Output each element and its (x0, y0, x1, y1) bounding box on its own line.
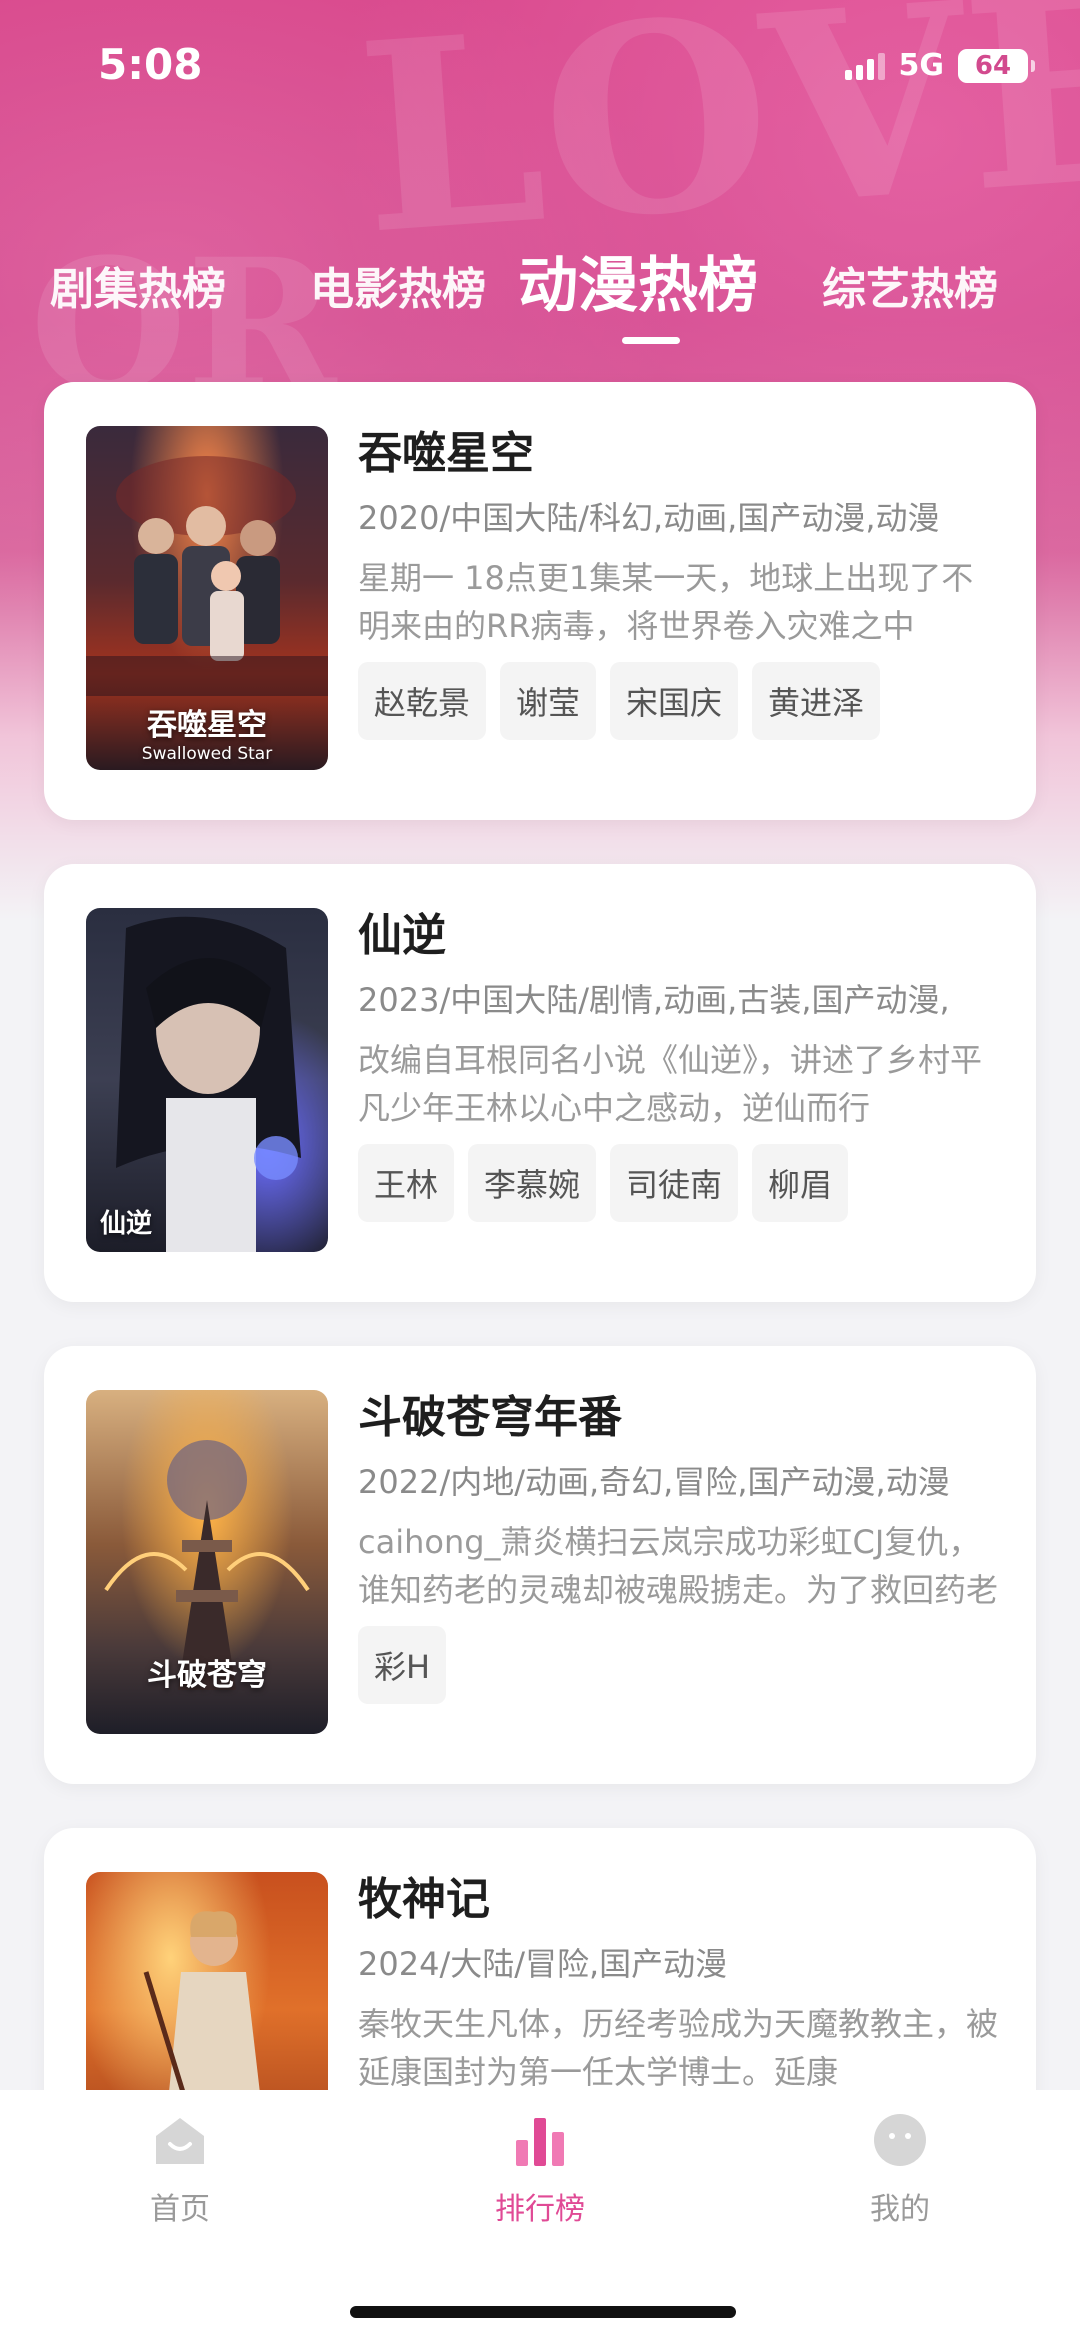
item-title[interactable]: 吞噬星空 (358, 426, 998, 482)
nav-profile[interactable]: 我的 (800, 2110, 1000, 2228)
nav-ranking-label: 排行榜 (495, 2192, 585, 2227)
cast-tag[interactable]: 赵乾景 (358, 662, 487, 740)
poster-title: 吞噬星空 (147, 708, 267, 743)
item-title[interactable]: 斗破苍穹年番 (358, 1390, 998, 1446)
cast-tags: 王林 李慕婉 司徒南 柳眉 (358, 1144, 998, 1222)
cast-tag[interactable]: 宋国庆 (610, 662, 739, 740)
cast-tag[interactable]: 司徒南 (610, 1144, 739, 1222)
item-description: 星期一 18点更1集某一天，地球上出现了不明来由的RR病毒，将世界卷入灾难之中 (358, 559, 974, 645)
cast-tag[interactable]: 谢莹 (500, 662, 597, 740)
tab-drama-ranking[interactable]: 剧集热榜 (50, 253, 226, 317)
ranking-icon (516, 2118, 564, 2166)
item-meta: 2020/中国大陆/科幻,动画,国产动漫,动漫 (358, 499, 940, 537)
item-title[interactable]: 牧神记 (358, 1872, 998, 1928)
cast-tag[interactable]: 李慕婉 (468, 1144, 597, 1222)
status-bar: 5:08 5G 64 (0, 0, 1080, 130)
nav-home[interactable]: 首页 (80, 2110, 280, 2228)
cast-tag[interactable]: 黄进泽 (752, 662, 881, 740)
cast-tag[interactable]: 柳眉 (752, 1144, 849, 1222)
home-icon (156, 2118, 204, 2164)
card-info: 仙逆 2023/中国大陆/剧情,动画,古装,国产动漫, 改编自耳根同名小说《仙逆… (358, 908, 998, 1222)
card-info: 牧神记 2024/大陆/冒险,国产动漫 秦牧天生凡体，历经考验成为天魔教教主，被… (358, 1872, 998, 2096)
nav-home-label: 首页 (150, 2192, 210, 2227)
status-indicators: 5G 64 (844, 48, 1035, 83)
poster-image[interactable]: 吞噬星空 Swallowed Star (86, 426, 328, 770)
battery-icon: 64 (958, 48, 1035, 83)
home-indicator (350, 2306, 736, 2318)
cast-tag[interactable]: 王林 (358, 1144, 455, 1222)
poster-figures (116, 916, 301, 1252)
poster-title: 斗破苍穹 (147, 1658, 267, 1693)
poster-title: 仙逆 (100, 1209, 153, 1239)
signal-icon (844, 52, 885, 80)
poster-subtitle: Swallowed Star (141, 744, 273, 764)
item-meta: 2022/内地/动画,奇幻,冒险,国产动漫,动漫 (358, 1463, 950, 1501)
list-item[interactable]: 吞噬星空 Swallowed Star 吞噬星空 2020/中国大陆/科幻,动画… (44, 382, 1036, 820)
ranking-tabs: 剧集热榜 电影热榜 动漫热榜 综艺热榜 (0, 225, 1080, 345)
tab-variety-ranking[interactable]: 综艺热榜 (822, 253, 998, 317)
nav-ranking[interactable]: 排行榜 (440, 2110, 640, 2228)
cast-tags: 彩H (358, 1626, 998, 1704)
profile-icon (874, 2114, 926, 2166)
item-meta: 2023/中国大陆/剧情,动画,古装,国产动漫, (358, 981, 950, 1019)
list-item[interactable]: 斗破苍穹 斗破苍穹年番 2022/内地/动画,奇幻,冒险,国产动漫,动漫 cai… (44, 1346, 1036, 1784)
item-description: caihong_萧炎横扫云岚宗成功彩虹CJ复仇，谁知药老的灵魂却被魂殿掳走。为了… (358, 1523, 998, 1609)
cast-tag[interactable]: 彩H (358, 1626, 447, 1704)
item-description: 改编自耳根同名小说《仙逆》，讲述了乡村平凡少年王林以心中之感动，逆仙而行 (358, 1041, 983, 1127)
battery-level: 64 (974, 50, 1012, 81)
list-item[interactable]: 仙逆 仙逆 2023/中国大陆/剧情,动画,古装,国产动漫, 改编自耳根同名小说… (44, 864, 1036, 1302)
item-meta: 2024/大陆/冒险,国产动漫 (358, 1945, 728, 1983)
bottom-nav: 首页 排行榜 我的 (0, 2090, 1080, 2337)
status-time: 5:08 (98, 40, 203, 89)
card-info: 吞噬星空 2020/中国大陆/科幻,动画,国产动漫,动漫 星期一 18点更1集某… (358, 426, 998, 740)
card-info: 斗破苍穹年番 2022/内地/动画,奇幻,冒险,国产动漫,动漫 caihong_… (358, 1390, 998, 1704)
item-title[interactable]: 仙逆 (358, 908, 998, 964)
tab-movie-ranking[interactable]: 电影热榜 (310, 253, 486, 317)
poster-image[interactable]: 斗破苍穹 (86, 1390, 328, 1734)
network-type: 5G (898, 48, 945, 83)
active-tab-indicator (622, 337, 680, 344)
nav-profile-label: 我的 (870, 2192, 930, 2227)
poster-image[interactable]: 仙逆 (86, 908, 328, 1252)
item-description: 秦牧天生凡体，历经考验成为天魔教教主，被延康国封为第一任太学博士。延康 (358, 2005, 998, 2091)
tab-anime-ranking[interactable]: 动漫热榜 (518, 237, 758, 324)
cast-tags: 赵乾景 谢莹 宋国庆 黄进泽 (358, 662, 998, 740)
